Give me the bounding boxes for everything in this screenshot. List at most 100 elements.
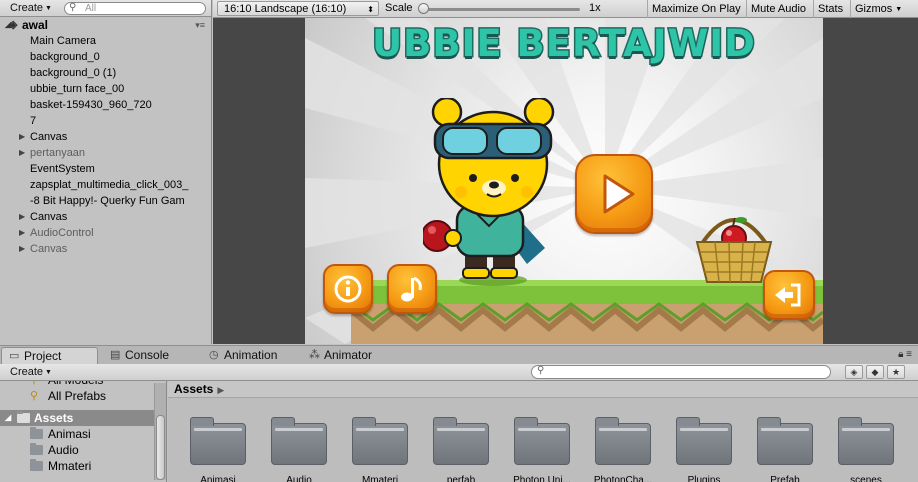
expand-arrow-icon[interactable]: ▶: [19, 209, 25, 225]
folder-icon: [433, 417, 489, 465]
tab-label: Animation: [224, 348, 278, 362]
tab-animator[interactable]: ⁂ Animator: [302, 347, 380, 365]
hierarchy-item[interactable]: zapsplat_multimedia_click_003_: [0, 177, 211, 193]
folder-icon: [838, 417, 894, 465]
hierarchy-item-label: Canvas: [30, 243, 68, 255]
breadcrumb-assets[interactable]: Assets: [174, 382, 213, 396]
lock-icon[interactable]: 🔒︎ ≡: [898, 349, 912, 360]
folder-tree-label: Audio: [48, 443, 79, 457]
search-icon: ⚲: [69, 2, 77, 13]
game-toolbar: 16:10 Landscape (16:10) ⬍ Scale 1x Maxim…: [213, 0, 918, 18]
expand-arrow-icon[interactable]: ◢: [5, 410, 11, 426]
tab-animation[interactable]: ◷ Animation: [202, 347, 296, 365]
hierarchy-item[interactable]: Main Camera: [0, 33, 211, 49]
stats-toggle[interactable]: Stats: [813, 0, 847, 18]
hierarchy-item[interactable]: basket-159430_960_720: [0, 97, 211, 113]
hierarchy-item-label: Main Camera: [30, 35, 97, 47]
breadcrumb-arrow-icon: ▶: [217, 385, 225, 395]
folder-icon: [30, 443, 43, 455]
game-title: UBBIE BERTAJWID: [371, 21, 757, 67]
tab-label: Project: [24, 349, 62, 363]
mute-label: Mute Audio: [751, 3, 807, 15]
exit-icon: [775, 283, 801, 307]
expand-arrow-icon[interactable]: ▶: [19, 145, 25, 161]
saved-search-item[interactable]: ⚲ All Prefabs: [0, 388, 166, 404]
hierarchy-panel: Create ▼ ⚲ All ◢ ◈ awal ▾≡ Main Camera bac…: [0, 0, 212, 344]
folder-tree-item[interactable]: Mmateri: [0, 458, 166, 474]
mute-audio-toggle[interactable]: Mute Audio: [746, 0, 810, 18]
asset-label: Audio: [286, 475, 312, 482]
tab-project[interactable]: ▭ Project: [1, 347, 98, 365]
scale-label: Scale: [385, 2, 413, 14]
hierarchy-item[interactable]: ▶ pertanyaan: [0, 145, 211, 161]
asset-folder[interactable]: Plugins: [674, 417, 734, 482]
scene-row[interactable]: ◢ ◈ awal ▾≡: [0, 17, 211, 33]
hierarchy-item[interactable]: 7: [0, 113, 211, 129]
game-viewport[interactable]: UBBIE BERTAJWID: [305, 18, 823, 344]
maximize-on-play-toggle[interactable]: Maximize On Play: [647, 0, 745, 18]
hierarchy-item[interactable]: ▶ Canvas: [0, 241, 211, 257]
project-create-button[interactable]: Create ▼: [6, 365, 56, 380]
asset-label: Photon Uni...: [513, 475, 571, 482]
folder-tree-item[interactable]: Animasi: [0, 426, 166, 442]
tab-label: Animator: [324, 348, 373, 362]
hierarchy-item[interactable]: ▶ Canvas: [0, 209, 211, 225]
tab-console[interactable]: ▤ Console: [103, 347, 195, 365]
asset-folder[interactable]: Prefab: [755, 417, 815, 482]
saved-search-item[interactable]: ⚲ All Models: [0, 381, 166, 388]
ubbie-bear-character: [423, 98, 555, 286]
folder-tree-item[interactable]: ◢ Assets: [0, 410, 166, 426]
hierarchy-item[interactable]: ▶ AudioControl: [0, 225, 211, 241]
scrollbar-thumb[interactable]: [156, 415, 165, 480]
gizmos-dropdown[interactable]: Gizmos ▼: [850, 0, 918, 18]
hierarchy-item[interactable]: EventSystem: [0, 161, 211, 177]
hierarchy-search-input[interactable]: ⚲ All: [64, 2, 206, 15]
dropdown-arrow-icon: ▼: [45, 369, 52, 376]
hierarchy-item[interactable]: -8 Bit Happy!- Querky Fun Gam: [0, 193, 211, 209]
folder-tree-item[interactable]: Audio: [0, 442, 166, 458]
play-button[interactable]: [575, 154, 653, 234]
folder-tree-scrollbar[interactable]: [154, 383, 166, 480]
project-toolbar: Create ▼ ⚲ ◈ ◆ ★: [0, 364, 918, 381]
folder-tree-label: All Prefabs: [48, 389, 107, 403]
hierarchy-item-label: ubbie_turn face_00: [30, 83, 125, 95]
hierarchy-item[interactable]: ubbie_turn face_00: [0, 81, 211, 97]
info-button[interactable]: [323, 264, 373, 314]
asset-folder[interactable]: Animasi: [188, 417, 248, 482]
asset-folder[interactable]: Photon Uni...: [512, 417, 572, 482]
asset-folder[interactable]: PhotonCha...: [593, 417, 653, 482]
hierarchy-item-label: basket-159430_960_720: [30, 99, 152, 111]
filter-by-type-icon[interactable]: ◈: [845, 365, 863, 379]
asset-folder[interactable]: Mmateri: [350, 417, 410, 482]
hierarchy-create-button[interactable]: Create ▼: [6, 1, 56, 16]
aspect-ratio-dropdown[interactable]: 16:10 Landscape (16:10) ⬍: [217, 1, 379, 16]
gizmos-label: Gizmos: [855, 3, 893, 15]
dropdown-arrow-icon: ▼: [45, 5, 52, 12]
scale-slider-thumb[interactable]: [418, 3, 429, 14]
folder-icon: [514, 417, 570, 465]
filter-by-label-icon[interactable]: ◆: [866, 365, 884, 379]
expand-arrow-icon[interactable]: ▶: [19, 225, 25, 241]
asset-label: Animasi: [200, 475, 236, 482]
folder-icon: [271, 417, 327, 465]
asset-folder[interactable]: perfab: [431, 417, 491, 482]
expand-arrow-icon[interactable]: ▶: [19, 129, 25, 145]
music-button[interactable]: [387, 264, 437, 314]
folder-tree-label: Mmateri: [48, 459, 92, 473]
menu-icon[interactable]: ▾≡: [195, 17, 205, 33]
hierarchy-item[interactable]: background_0: [0, 49, 211, 65]
hierarchy-item[interactable]: ▶ Canvas: [0, 129, 211, 145]
asset-folder[interactable]: Audio: [269, 417, 329, 482]
search-icon: ⚲: [30, 390, 39, 402]
updown-arrow-icon: ⬍: [367, 5, 374, 14]
asset-folder[interactable]: scenes: [836, 417, 896, 482]
exit-button[interactable]: [763, 270, 815, 320]
project-search-input[interactable]: ⚲: [531, 365, 831, 379]
hierarchy-item-label: 7: [30, 115, 37, 127]
hierarchy-item[interactable]: background_0 (1): [0, 65, 211, 81]
expand-arrow-icon[interactable]: ▶: [19, 241, 25, 257]
hierarchy-item-label: zapsplat_multimedia_click_003_: [30, 179, 189, 191]
scale-slider-track[interactable]: [420, 8, 580, 11]
favorites-icon[interactable]: ★: [887, 365, 905, 379]
project-folder-tree: ⚲ All Models ⚲ All Prefabs ◢ Assets Animasi Aud…: [0, 381, 167, 482]
